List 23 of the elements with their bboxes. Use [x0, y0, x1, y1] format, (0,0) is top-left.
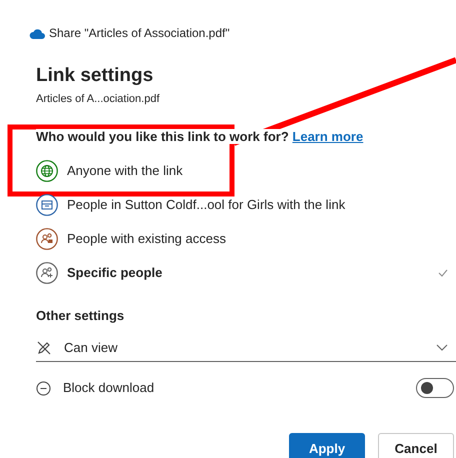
- toggle-label: Block download: [63, 379, 154, 398]
- link-option[interactable]: People in Sutton Coldf...ool for Girls with the link: [36, 188, 456, 222]
- check-icon: [438, 269, 448, 277]
- people-add-icon: [36, 262, 58, 284]
- link-option[interactable]: Specific people: [36, 256, 456, 290]
- file-name: Articles of A...ociation.pdf: [36, 92, 161, 106]
- dialog-heading: Link settings: [36, 64, 154, 88]
- cancel-button[interactable]: Cancel: [378, 433, 454, 458]
- block-icon: [36, 380, 51, 396]
- window-title: Share "Articles of Association.pdf": [49, 26, 230, 40]
- globe-icon: [36, 160, 58, 182]
- question-text: Who would you like this link to work for? Learn more: [36, 129, 364, 145]
- pen-off-icon: [36, 340, 52, 356]
- permission-dropdown[interactable]: Can view: [36, 334, 456, 362]
- people-lock-icon: [36, 228, 58, 250]
- link-option[interactable]: People with existing access: [36, 222, 456, 256]
- block-download-toggle[interactable]: [416, 378, 454, 398]
- link-option[interactable]: Anyone with the link: [36, 154, 456, 188]
- apply-button[interactable]: Apply: [289, 433, 365, 458]
- chevron-down-icon: [436, 344, 448, 351]
- cloud-icon: [29, 28, 45, 38]
- section-heading: Other settings: [36, 308, 126, 324]
- learn-more-link[interactable]: Learn more: [292, 129, 364, 144]
